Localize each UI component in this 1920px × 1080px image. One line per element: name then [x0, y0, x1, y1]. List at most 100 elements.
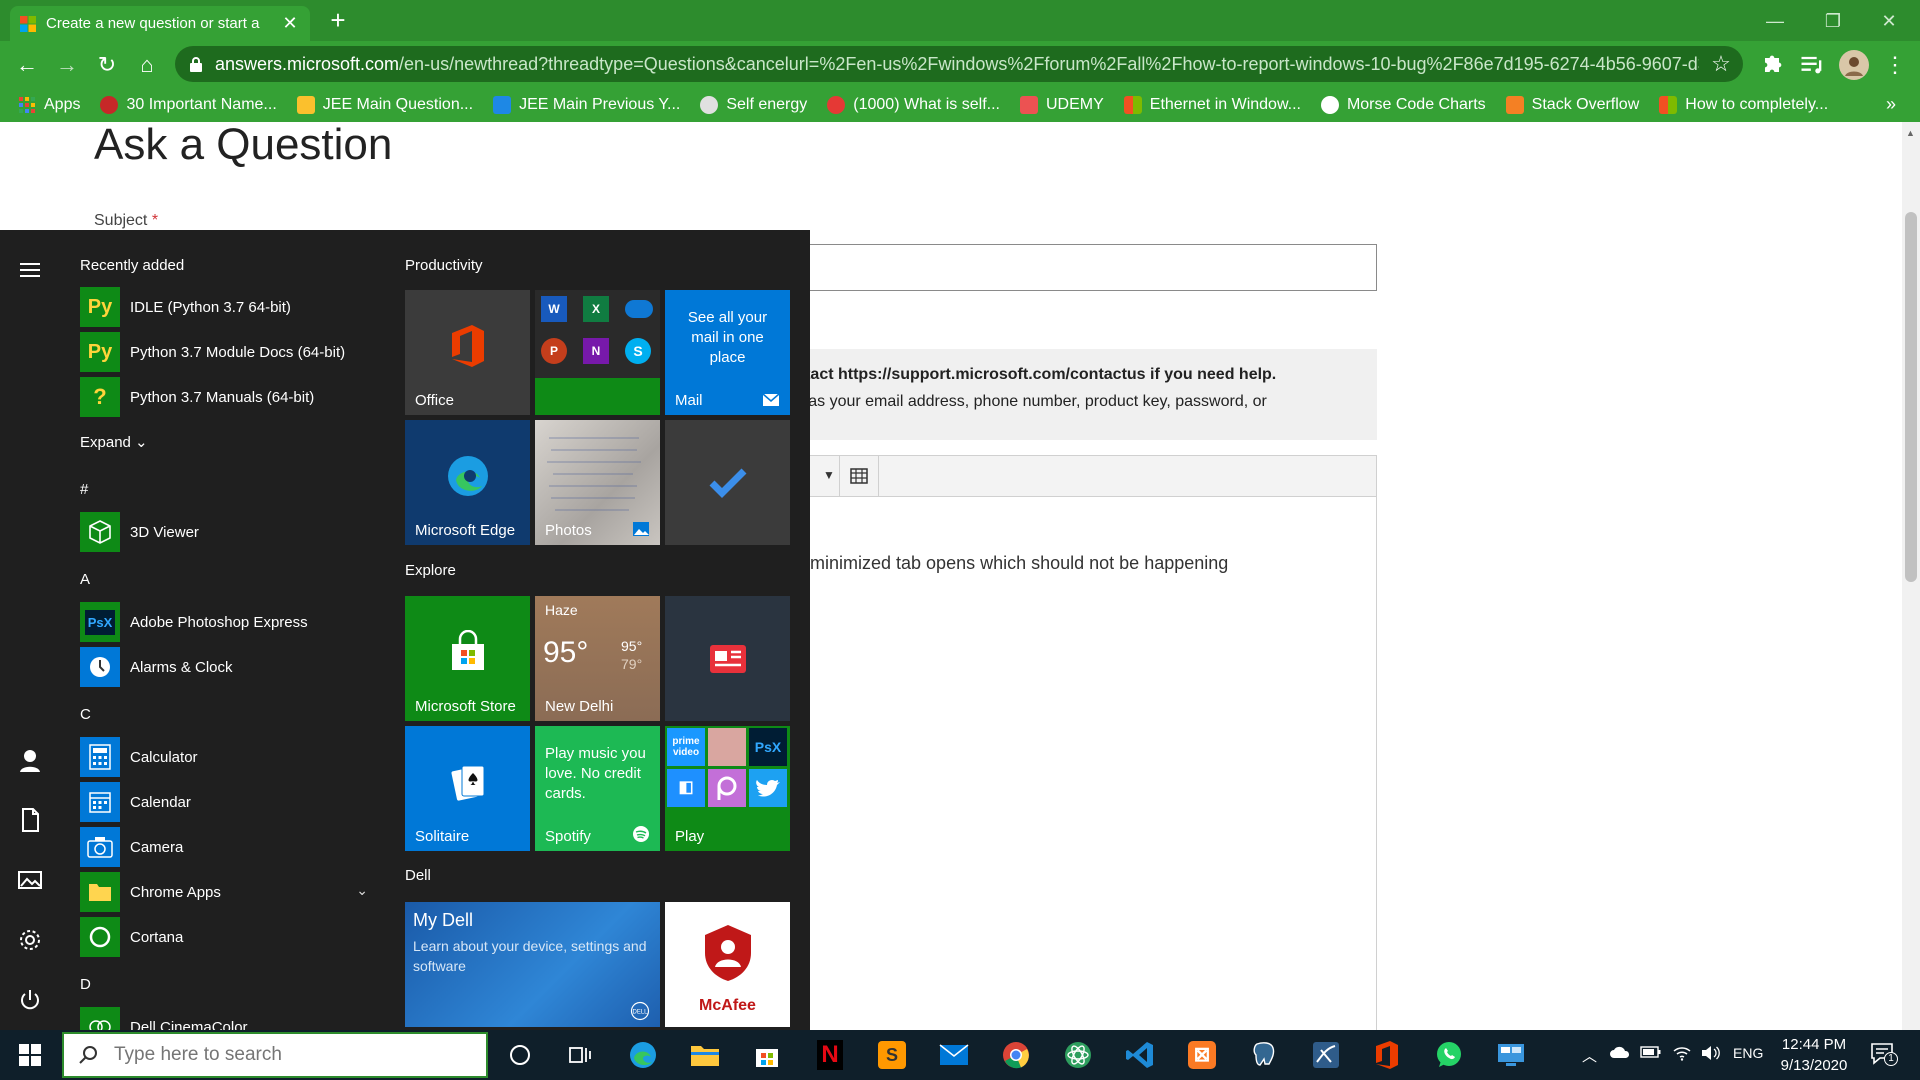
bookmark-item[interactable]: UDEMY — [1019, 96, 1104, 114]
app-camera[interactable]: Camera — [80, 827, 380, 867]
app-chrome-apps[interactable]: Chrome Apps ⌄ — [80, 872, 380, 912]
tile-spotify[interactable]: Play music you love. No credit cards. Sp… — [535, 726, 660, 851]
task-view-icon[interactable] — [563, 1038, 597, 1072]
bookmark-apps[interactable]: Apps — [18, 96, 80, 114]
subject-input[interactable] — [760, 244, 1377, 291]
insert-table-button[interactable] — [839, 456, 879, 496]
app-python-module-docs[interactable]: Py Python 3.7 Module Docs (64-bit) — [80, 332, 380, 372]
taskbar-search-box[interactable] — [62, 1032, 488, 1078]
office-taskbar-icon[interactable] — [1370, 1038, 1404, 1072]
start-button[interactable] — [0, 1030, 60, 1080]
tile-mail[interactable]: See all your mail in one place Mail — [665, 290, 790, 415]
bookmark-item[interactable]: Stack Overflow — [1505, 96, 1639, 114]
app-idle[interactable]: Py IDLE (Python 3.7 64-bit) — [80, 287, 380, 327]
bookmark-item[interactable]: 30 Important Name... — [100, 96, 277, 114]
tile-weather[interactable]: Haze 95° 95° 79° New Delhi — [535, 596, 660, 721]
bookmark-item[interactable]: JEE Main Previous Y... — [493, 96, 680, 114]
vscode-icon[interactable] — [1123, 1038, 1157, 1072]
clock[interactable]: 12:44 PM 9/13/2020 — [1764, 1034, 1864, 1076]
letter-header-c[interactable]: C — [80, 706, 91, 723]
pictures-icon[interactable] — [16, 866, 44, 894]
file-explorer-icon[interactable] — [688, 1038, 722, 1072]
tile-microsoft-store[interactable]: Microsoft Store — [405, 596, 530, 721]
volume-icon[interactable] — [1700, 1045, 1720, 1061]
back-arrow-icon[interactable]: ← — [12, 50, 42, 80]
app-adobe-photoshop-express[interactable]: PsX Adobe Photoshop Express — [80, 602, 380, 642]
bookmark-item[interactable]: JEE Main Question... — [296, 96, 473, 114]
close-window-button[interactable]: ✕ — [1866, 6, 1912, 36]
app-calculator[interactable]: Calculator — [80, 737, 380, 777]
app-calendar[interactable]: Calendar — [80, 782, 380, 822]
bookmark-star-icon[interactable]: ☆ — [1699, 51, 1743, 77]
settings-gear-icon[interactable] — [16, 926, 44, 954]
minimize-button[interactable]: — — [1752, 6, 1798, 36]
scrollbar-thumb[interactable] — [1905, 212, 1917, 582]
tile-todo[interactable] — [665, 420, 790, 545]
app-dell-cinemacolor[interactable]: Dell CinemaColor — [80, 1007, 380, 1030]
cortana-taskbar-icon[interactable] — [503, 1038, 537, 1072]
action-center-icon[interactable]: 1 — [1870, 1042, 1898, 1066]
postgresql-icon[interactable] — [1247, 1038, 1281, 1072]
app-cortana[interactable]: Cortana — [80, 917, 380, 957]
whatsapp-icon[interactable] — [1432, 1038, 1466, 1072]
letter-header-hash[interactable]: # — [80, 481, 88, 498]
address-bar[interactable]: answers.microsoft.com/en-us/newthread?th… — [175, 46, 1743, 82]
tile-play[interactable]: prime video PsX ◧ Play — [665, 726, 790, 851]
letter-header-d[interactable]: D — [80, 976, 91, 993]
app-3d-viewer[interactable]: 3D Viewer — [80, 512, 380, 552]
mail-taskbar-icon[interactable] — [937, 1038, 971, 1072]
wifi-icon[interactable] — [1672, 1045, 1692, 1061]
expand-button[interactable]: Expand ⌄ — [80, 433, 148, 451]
profile-avatar[interactable] — [1838, 49, 1870, 81]
new-tab-button[interactable]: + — [324, 6, 352, 34]
editor-body[interactable] — [760, 496, 1377, 1030]
scroll-up-icon[interactable]: ▲ — [1906, 128, 1915, 138]
netflix-icon[interactable]: N — [813, 1038, 847, 1072]
edge-taskbar-icon[interactable] — [626, 1038, 660, 1072]
language-indicator[interactable]: ENG — [1733, 1045, 1763, 1061]
tile-office[interactable]: Office — [405, 290, 530, 415]
bookmark-item[interactable]: (1000) What is self... — [827, 96, 1000, 114]
bookmark-item[interactable]: Ethernet in Window... — [1123, 96, 1301, 114]
letter-header-a[interactable]: A — [80, 571, 90, 588]
atom-icon[interactable] — [1061, 1038, 1095, 1072]
chrome-icon[interactable] — [999, 1038, 1033, 1072]
bookmark-item[interactable]: Self energy — [700, 96, 807, 114]
tile-news[interactable] — [665, 596, 790, 721]
tile-photos[interactable]: Photos — [535, 420, 660, 545]
page-scrollbar[interactable]: ▲ — [1902, 122, 1920, 1030]
bookmarks-overflow-button[interactable]: » — [1886, 94, 1896, 115]
extensions-puzzle-icon[interactable] — [1758, 51, 1786, 79]
xampp-icon[interactable]: ⊠ — [1185, 1038, 1219, 1072]
sublime-text-icon[interactable]: S — [875, 1038, 909, 1072]
user-account-icon[interactable] — [16, 746, 44, 774]
chevron-down-icon[interactable]: ▼ — [823, 468, 835, 482]
search-input[interactable] — [114, 1044, 454, 1066]
app-alarms-clock[interactable]: Alarms & Clock — [80, 647, 380, 687]
hamburger-menu-icon[interactable] — [16, 256, 44, 284]
onedrive-tray-icon[interactable] — [1610, 1045, 1630, 1059]
home-icon[interactable]: ⌂ — [132, 50, 162, 80]
store-taskbar-icon[interactable] — [750, 1038, 784, 1072]
tile-microsoft-edge[interactable]: Microsoft Edge — [405, 420, 530, 545]
remote-desktop-icon[interactable] — [1494, 1038, 1528, 1072]
browser-tab[interactable]: Create a new question or start a ✕ — [10, 6, 310, 41]
bookmark-item[interactable]: Morse Code Charts — [1320, 96, 1486, 114]
tile-office-apps-folder[interactable]: W X P N S — [535, 290, 660, 415]
chrome-menu-icon[interactable]: ⋮ — [1880, 50, 1910, 80]
app-python-manuals[interactable]: ? Python 3.7 Manuals (64-bit) — [80, 377, 380, 417]
maximize-button[interactable]: ❐ — [1810, 6, 1856, 36]
chevron-down-icon[interactable]: ⌄ — [356, 882, 368, 899]
power-icon[interactable] — [16, 986, 44, 1014]
tile-solitaire[interactable]: Solitaire — [405, 726, 530, 851]
bookmark-item[interactable]: How to completely... — [1659, 96, 1828, 114]
show-hidden-icons-chevron-icon[interactable]: ︿ — [1582, 1045, 1597, 1066]
tab-close-icon[interactable]: ✕ — [280, 13, 300, 34]
battery-icon[interactable] — [1640, 1045, 1662, 1059]
media-queue-icon[interactable] — [1798, 51, 1826, 79]
mysql-workbench-icon[interactable] — [1309, 1038, 1343, 1072]
tile-my-dell[interactable]: My Dell Learn about your device, setting… — [405, 902, 660, 1027]
tile-mcafee[interactable]: McAfee — [665, 902, 790, 1027]
forward-arrow-icon[interactable]: → — [52, 50, 82, 80]
reload-icon[interactable]: ↻ — [92, 50, 122, 80]
